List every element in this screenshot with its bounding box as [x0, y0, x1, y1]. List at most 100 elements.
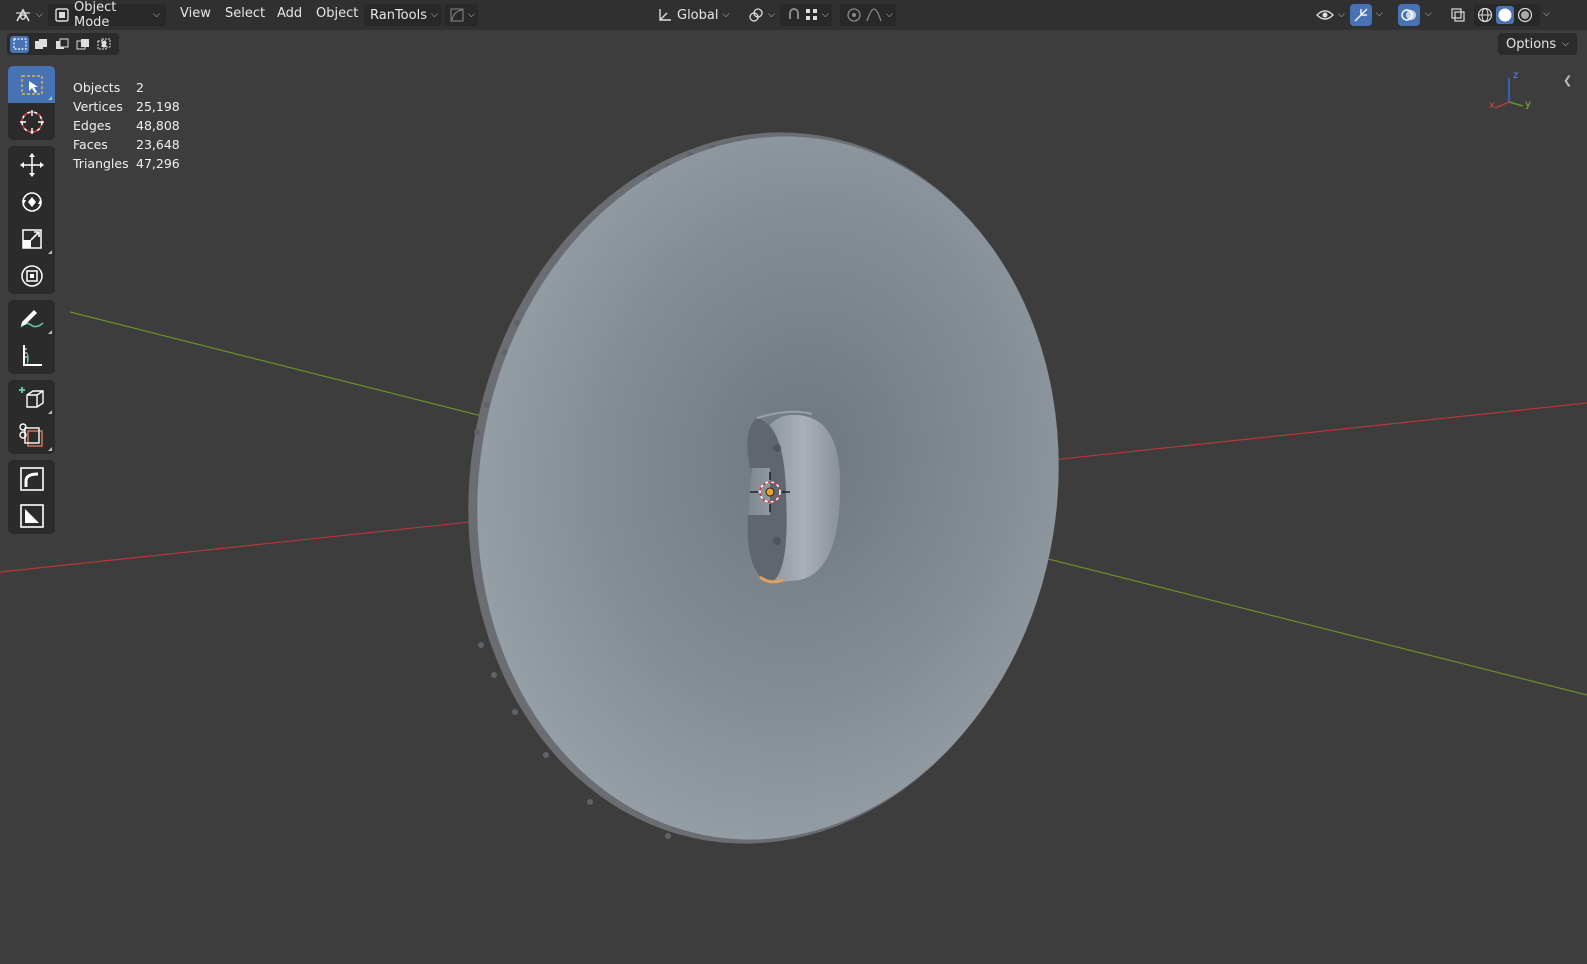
add-cube-icon	[18, 385, 46, 413]
select-box-icon	[20, 73, 44, 97]
chevron-down-icon: ⌵	[468, 10, 475, 20]
scale-icon	[20, 227, 44, 251]
hub-bolt-top	[773, 444, 781, 452]
snap-icon	[786, 7, 802, 23]
stat-row: Edges 48,808	[73, 116, 180, 135]
chevron-down-icon: ⌵	[886, 10, 893, 20]
scale-tool[interactable]	[8, 220, 55, 257]
chevron-down-icon: ⌵	[430, 10, 438, 20]
navigation-gizmo[interactable]: z x y	[1487, 66, 1537, 116]
shear-cut-icon	[18, 422, 46, 450]
stat-value: 23,648	[136, 137, 180, 152]
menu-view[interactable]: View	[180, 6, 211, 21]
rotate-tool[interactable]	[8, 183, 55, 220]
3d-viewport[interactable]	[0, 56, 1587, 964]
rantools-dropdown[interactable]: RanTools ⌵	[364, 4, 442, 26]
stat-label: Objects	[73, 80, 121, 95]
tool-header	[0, 30, 1587, 56]
cursor-tool[interactable]	[8, 103, 55, 140]
material-preview-icon[interactable]	[1517, 7, 1533, 23]
stat-value: 47,296	[136, 156, 180, 171]
wireframe-shading-icon[interactable]	[1477, 7, 1493, 23]
cursor-icon	[19, 109, 45, 135]
stat-label: Edges	[73, 118, 111, 133]
viewport-header: ⌵ Object Mode ⌵ View Select Add Object R…	[0, 0, 1587, 30]
select-extend-icon[interactable]	[31, 36, 50, 53]
options-dropdown[interactable]: Options ⌵	[1498, 33, 1577, 55]
stat-label: Vertices	[73, 99, 123, 114]
gizmo-x-label: x	[1489, 100, 1495, 111]
proportional-editing-group[interactable]: ⌵	[840, 4, 896, 26]
chevron-down-icon: ⌵	[822, 10, 829, 20]
xray-toggle[interactable]	[1447, 4, 1469, 26]
add-cube-tool[interactable]	[8, 380, 55, 417]
shade-tool[interactable]	[8, 497, 55, 534]
stat-value: 48,808	[136, 118, 180, 133]
chevron-down-icon: ⌵	[153, 10, 160, 20]
move-tool[interactable]	[8, 146, 55, 183]
overlays-toggle[interactable]	[1398, 4, 1420, 26]
gizmo-chevron-down-icon[interactable]: ⌵	[1376, 9, 1383, 19]
gizmo-y-label: y	[1525, 99, 1531, 110]
rantools-label: RanTools	[370, 7, 427, 23]
select-box-tool[interactable]	[8, 66, 55, 103]
stat-label: Triangles	[73, 156, 129, 171]
mode-label: Object Mode	[74, 0, 117, 30]
eye-icon	[1316, 8, 1334, 22]
editor-type-button[interactable]: ⌵	[8, 4, 49, 26]
stat-value: 2	[136, 80, 144, 95]
transform-tool[interactable]	[8, 257, 55, 294]
menu-select[interactable]: Select	[225, 6, 265, 21]
xray-icon	[1450, 7, 1466, 23]
rotate-icon	[19, 189, 45, 215]
annotate-tool[interactable]	[8, 300, 55, 337]
snap-group[interactable]: ⌵	[780, 4, 832, 26]
shading-chevron-down-icon[interactable]: ⌵	[1543, 9, 1550, 19]
sidebar-expand-icon[interactable]: ❮	[1563, 74, 1572, 87]
menu-object[interactable]: Object	[316, 6, 358, 21]
chevron-down-icon: ⌵	[1562, 39, 1569, 49]
mode-dropdown[interactable]: Object Mode ⌵	[48, 0, 166, 30]
overlays-icon	[1401, 7, 1417, 23]
stat-row: Triangles 47,296	[73, 154, 180, 173]
gizmo-toggle[interactable]	[1350, 4, 1372, 26]
measure-icon	[20, 343, 44, 369]
transform-orientation-dropdown[interactable]: Global ⌵	[651, 4, 735, 26]
orientation-icon	[657, 7, 673, 23]
shading-group[interactable]	[1474, 4, 1540, 26]
viewport-editor-icon	[14, 7, 32, 23]
statistics-overlay: Objects 2 Vertices 25,198 Edges 48,808 F…	[73, 78, 180, 173]
tool-shelf	[8, 66, 55, 540]
gizmo-z-label: z	[1513, 70, 1518, 81]
curve-tool[interactable]	[8, 460, 55, 497]
measure-tool[interactable]	[8, 337, 55, 374]
selection-mode-group	[7, 33, 119, 55]
options-label: Options	[1506, 36, 1557, 52]
chevron-down-icon: ⌵	[1338, 10, 1345, 20]
chevron-down-icon: ⌵	[768, 10, 775, 20]
select-intersect-icon[interactable]	[94, 36, 113, 53]
select-difference-icon[interactable]	[73, 36, 92, 53]
hub-bolt-bottom	[773, 537, 781, 545]
shear-cut-tool[interactable]	[8, 417, 55, 454]
stat-row: Objects 2	[73, 78, 180, 97]
visibility-dropdown[interactable]: ⌵	[1310, 4, 1346, 26]
pivot-dropdown[interactable]: ⌵	[742, 4, 778, 26]
snap-grid-icon	[806, 9, 818, 21]
stat-row: Faces 23,648	[73, 135, 180, 154]
curve-tool-icon	[19, 466, 44, 491]
menu-add[interactable]: Add	[277, 6, 302, 21]
curve-dropdown[interactable]: ⌵	[444, 4, 478, 26]
falloff-curve-icon	[866, 8, 882, 22]
select-new-icon[interactable]	[10, 35, 29, 53]
orientation-label: Global	[677, 7, 719, 23]
gizmo-icon	[1353, 7, 1369, 23]
stat-value: 25,198	[136, 99, 180, 114]
stat-row: Vertices 25,198	[73, 97, 180, 116]
select-subtract-icon[interactable]	[52, 36, 71, 53]
proportional-editing-icon	[846, 7, 862, 23]
solid-shading-icon[interactable]	[1496, 6, 1514, 24]
overlays-chevron-down-icon[interactable]: ⌵	[1425, 9, 1432, 19]
chevron-down-icon: ⌵	[722, 10, 730, 20]
pivot-icon	[748, 7, 764, 23]
